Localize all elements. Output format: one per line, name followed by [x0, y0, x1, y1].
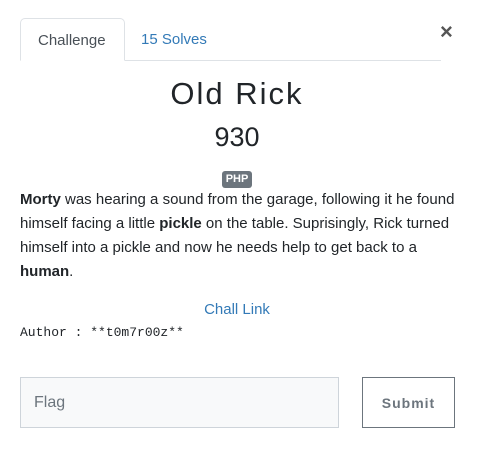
desc-bold-morty: Morty: [20, 191, 61, 208]
close-icon[interactable]: ×: [440, 20, 453, 44]
tab-challenge[interactable]: Challenge: [20, 18, 125, 61]
tag-container: PHP: [0, 169, 474, 188]
author-line: Author : **t0m7r00z**: [20, 325, 184, 340]
challenge-name: Old Rick: [170, 76, 304, 111]
desc-bold-pickle: pickle: [159, 215, 202, 232]
challenge-modal: Challenge 15 Solves × Old Rick 930 PHP M…: [0, 0, 480, 453]
challenge-description: Morty was hearing a sound from the garag…: [20, 188, 460, 284]
desc-bold-human: human: [20, 263, 70, 280]
submit-button[interactable]: Submit: [362, 377, 455, 428]
challenge-points: 930: [214, 122, 260, 152]
category-tag: PHP: [221, 171, 253, 188]
tab-solves[interactable]: 15 Solves: [125, 18, 223, 61]
tab-bar: Challenge 15 Solves: [20, 18, 441, 61]
desc-text-3: .: [69, 263, 74, 280]
chall-link[interactable]: Chall Link: [0, 301, 474, 318]
flag-input[interactable]: [20, 377, 339, 428]
